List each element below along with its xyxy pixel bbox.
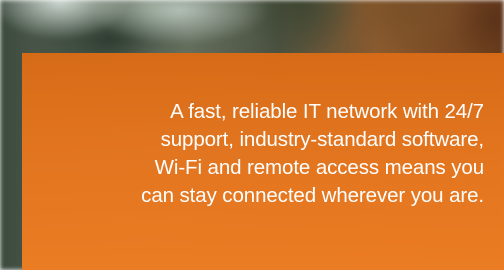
banner-text-line: Wi-Fi and remote access means you <box>154 156 484 179</box>
banner-text-line: support, industry-standard software, <box>160 128 485 151</box>
banner: A fast, reliable IT network with 24/7 su… <box>0 0 504 270</box>
banner-text-line: can stay connected wherever you are. <box>141 184 484 207</box>
banner-text-line: A fast, reliable IT network with 24/7 <box>170 100 484 123</box>
banner-text: A fast, reliable IT network with 24/7 su… <box>14 98 484 210</box>
